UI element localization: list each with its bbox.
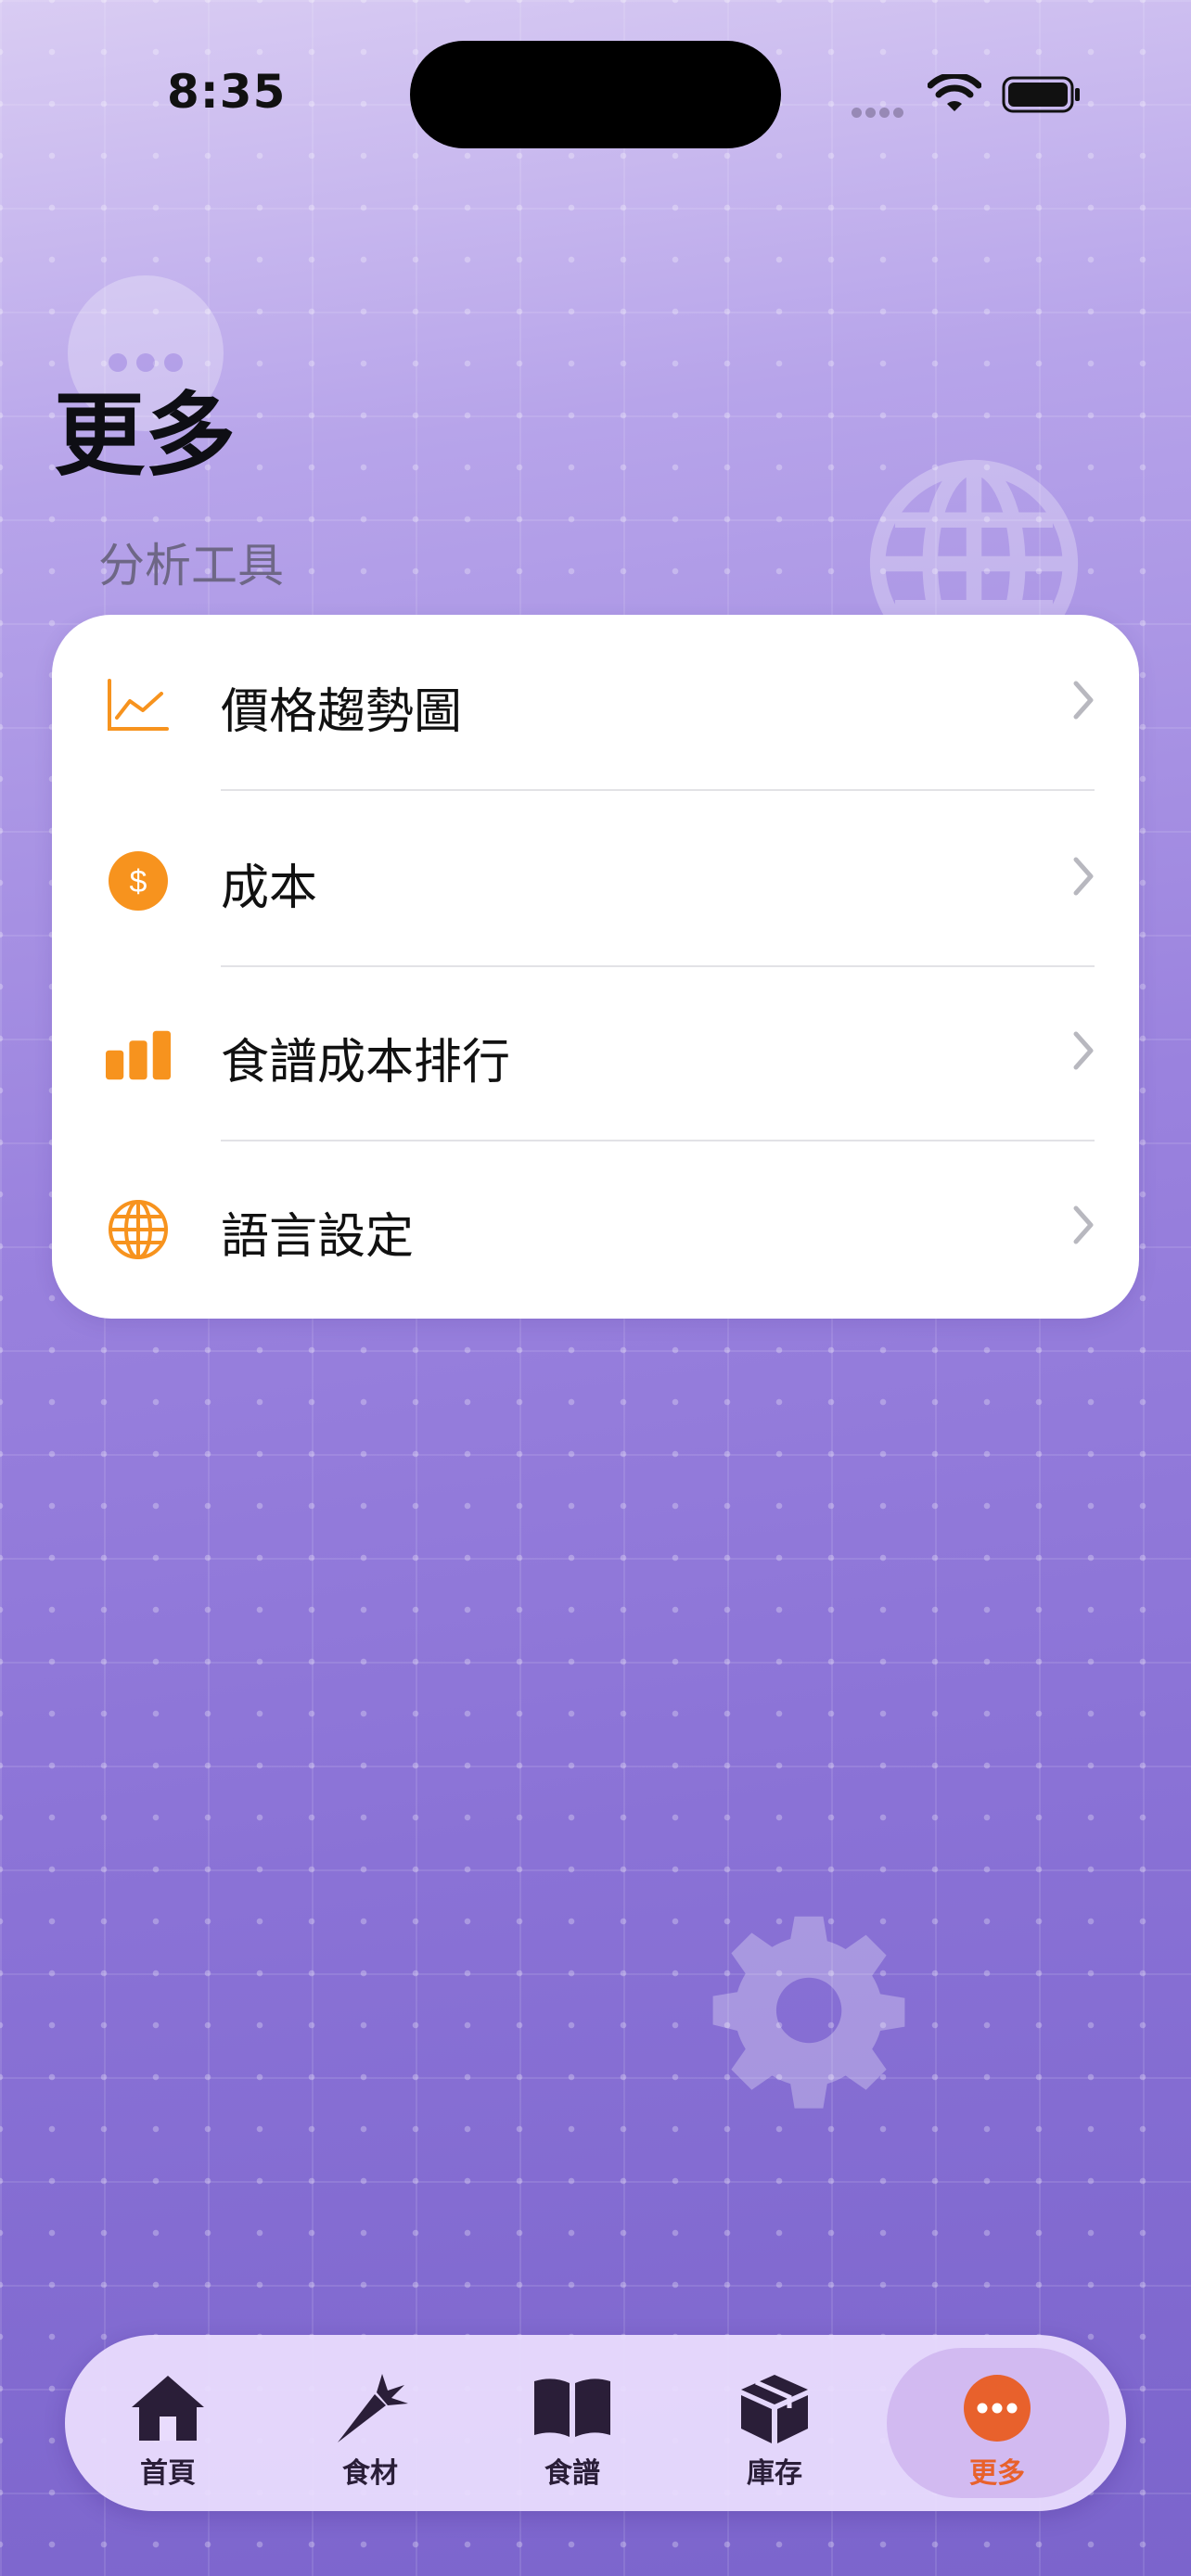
box-icon [673, 2368, 876, 2448]
tab-ingredients[interactable]: 食材 [269, 2335, 471, 2511]
bar-chart-icon [106, 1023, 171, 1088]
battery-icon [1002, 76, 1080, 113]
status-time: 8:35 [167, 65, 287, 119]
page-title: 更多 [54, 383, 237, 489]
tab-label: 庫存 [747, 2457, 802, 2490]
menu-item-language-settings[interactable]: 語言設定 [52, 1140, 1139, 1316]
chevron-right-icon [1073, 681, 1094, 720]
tab-label: 首頁 [140, 2457, 196, 2490]
status-bar: 8:35 [0, 0, 1191, 185]
dollar-circle-icon: $ [106, 848, 171, 913]
menu-card: 價格趨勢圖 $ 成本 食譜成本排行 語言設定 [52, 615, 1139, 1319]
menu-item-label: 語言設定 [221, 1209, 415, 1265]
carrot-icon [269, 2368, 471, 2448]
menu-item-cost[interactable]: $ 成本 [52, 791, 1139, 967]
ellipsis-circle-icon [896, 2368, 1098, 2448]
dynamic-island [410, 41, 781, 148]
menu-item-label: 成本 [221, 861, 318, 916]
tab-label: 食譜 [544, 2457, 600, 2490]
tab-home[interactable]: 首頁 [67, 2335, 269, 2511]
chevron-right-icon [1073, 1205, 1094, 1244]
house-icon [67, 2368, 269, 2448]
globe-icon [106, 1197, 171, 1262]
menu-item-label: 食譜成本排行 [221, 1035, 511, 1090]
wifi-icon [928, 74, 981, 111]
tab-label: 食材 [342, 2457, 398, 2490]
gear-decoration-icon [712, 1916, 905, 2109]
svg-text:$: $ [130, 864, 147, 899]
section-label-analysis-tools: 分析工具 [98, 539, 284, 593]
chevron-right-icon [1073, 857, 1094, 896]
tab-label: 更多 [969, 2457, 1025, 2490]
tab-recipes[interactable]: 食譜 [471, 2335, 673, 2511]
menu-item-recipe-cost-ranking[interactable]: 食譜成本排行 [52, 965, 1139, 1141]
tab-inventory[interactable]: 庫存 [673, 2335, 876, 2511]
line-chart-icon [106, 672, 171, 737]
cellular-signal-icon [852, 104, 907, 121]
menu-item-label: 價格趨勢圖 [221, 684, 463, 740]
chevron-right-icon [1073, 1031, 1094, 1070]
menu-item-price-trend[interactable]: 價格趨勢圖 [52, 615, 1139, 791]
tab-more[interactable]: 更多 [896, 2335, 1098, 2511]
book-icon [471, 2368, 673, 2448]
tab-bar: 首頁 食材 食譜 庫存 更多 [65, 2335, 1126, 2511]
